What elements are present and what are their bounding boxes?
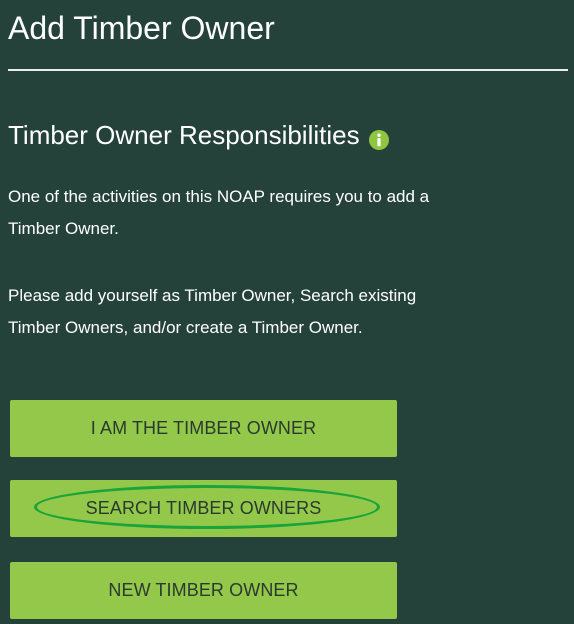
search-timber-owners-button[interactable]: SEARCH TIMBER OWNERS — [10, 480, 397, 537]
section-title-text: Timber Owner Responsibilities — [8, 120, 360, 150]
search-timber-owners-label: SEARCH TIMBER OWNERS — [85, 498, 322, 518]
requirement-line-2: Timber Owner. — [8, 219, 119, 238]
requirement-line-1: One of the activities on this NOAP requi… — [8, 187, 430, 206]
add-timber-owner-panel: Add Timber Owner Timber Owner Responsibi… — [0, 0, 574, 624]
info-icon-graphic — [368, 130, 389, 150]
new-timber-owner-button[interactable]: NEW TIMBER OWNER — [10, 562, 397, 619]
i-am-the-timber-owner-label: I AM THE TIMBER OWNER — [90, 418, 317, 438]
instruction-line-1: Please add yourself as Timber Owner, Sea… — [8, 286, 417, 305]
requirement-paragraph: One of the activities on this NOAP requi… — [8, 181, 574, 245]
new-timber-owner-label: NEW TIMBER OWNER — [108, 580, 299, 600]
instruction-paragraph: Please add yourself as Timber Owner, Sea… — [8, 280, 574, 344]
page-title: Add Timber Owner — [8, 10, 275, 46]
info-icon[interactable] — [368, 125, 389, 150]
i-am-the-timber-owner-button[interactable]: I AM THE TIMBER OWNER — [10, 400, 397, 457]
title-divider — [8, 69, 568, 71]
section-title: Timber Owner Responsibilities — [8, 119, 389, 151]
instruction-line-2: Timber Owners, and/or create a Timber Ow… — [8, 318, 363, 337]
